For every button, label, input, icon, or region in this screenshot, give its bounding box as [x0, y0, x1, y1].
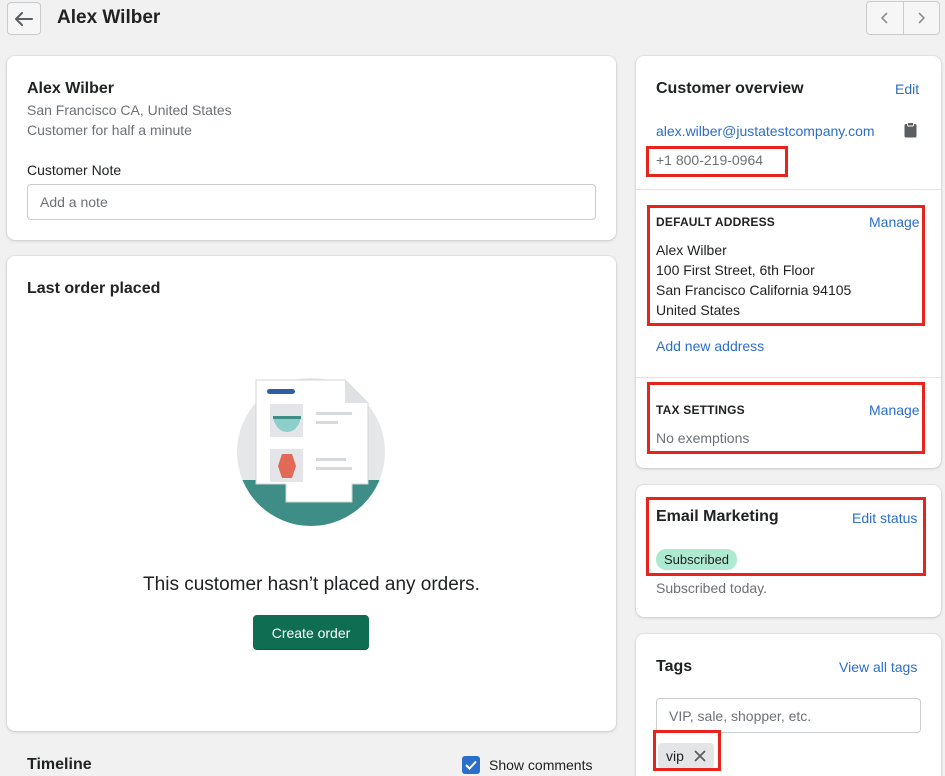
customer-name: Alex Wilber: [27, 80, 114, 97]
tax-settings-heading: TAX SETTINGS: [656, 403, 745, 417]
chevron-right-icon: [918, 12, 926, 24]
customer-tenure: Customer for half a minute: [27, 122, 192, 138]
last-order-title: Last order placed: [27, 280, 161, 297]
last-order-card: Last order placed This customer hasn’t p…: [7, 256, 616, 731]
tag-label: vip: [666, 748, 684, 764]
customer-location: San Francisco CA, United States: [27, 102, 232, 118]
edit-marketing-status-link[interactable]: Edit status: [852, 510, 917, 526]
add-new-address-link[interactable]: Add new address: [656, 338, 764, 354]
customer-note-label: Customer Note: [27, 162, 122, 178]
arrow-left-icon: [15, 11, 33, 26]
customer-overview-title: Customer overview: [656, 80, 804, 97]
show-comments-checkbox[interactable]: [462, 756, 480, 774]
email-marketing-title: Email Marketing: [656, 508, 779, 525]
view-all-tags-link[interactable]: View all tags: [839, 659, 917, 675]
back-button[interactable]: [7, 2, 41, 35]
empty-orders-message: This customer hasn’t placed any orders.: [143, 574, 480, 595]
customer-overview-card: Customer overview Edit alex.wilber@justa…: [636, 56, 941, 468]
close-icon[interactable]: [694, 750, 706, 762]
tags-title: Tags: [656, 658, 693, 675]
chevron-left-icon: [880, 12, 888, 24]
previous-customer-button[interactable]: [867, 2, 903, 34]
manage-address-link[interactable]: Manage: [869, 214, 920, 230]
subscription-status-badge: Subscribed: [656, 549, 738, 570]
tags-card: Tags View all tags vip: [636, 634, 941, 776]
edit-contact-link[interactable]: Edit: [895, 81, 919, 97]
show-comments-toggle[interactable]: Show comments: [462, 756, 592, 774]
timeline-title: Timeline: [27, 756, 92, 773]
default-address-heading: DEFAULT ADDRESS: [656, 215, 776, 229]
address-line: 100 First Street, 6th Floor: [656, 262, 815, 278]
next-customer-button[interactable]: [902, 2, 940, 34]
tax-exemptions: No exemptions: [656, 430, 750, 446]
customer-card: Alex Wilber San Francisco CA, United Sta…: [7, 56, 616, 240]
customer-email-link[interactable]: alex.wilber@justatestcompany.com: [656, 123, 875, 139]
customer-note-input[interactable]: [27, 184, 596, 220]
page-title: Alex Wilber: [57, 7, 161, 28]
address-line: San Francisco California 94105: [656, 282, 852, 298]
tag-chip: vip: [658, 743, 714, 769]
empty-orders-illustration: [237, 378, 385, 526]
email-marketing-card: Email Marketing Edit status Subscribed S…: [636, 485, 941, 617]
pagination: [866, 1, 940, 35]
tags-input[interactable]: [656, 698, 921, 733]
checkmark-icon: [465, 760, 477, 770]
clipboard-icon[interactable]: [904, 122, 917, 138]
create-order-button[interactable]: Create order: [253, 615, 369, 650]
divider: [636, 189, 941, 190]
divider: [636, 377, 941, 378]
address-line: Alex Wilber: [656, 242, 727, 258]
address-line: United States: [656, 302, 741, 318]
show-comments-label: Show comments: [489, 757, 593, 773]
manage-tax-link[interactable]: Manage: [869, 402, 920, 418]
customer-phone: +1 800-219-0964: [656, 152, 764, 168]
subscription-status-detail: Subscribed today.: [656, 580, 768, 596]
